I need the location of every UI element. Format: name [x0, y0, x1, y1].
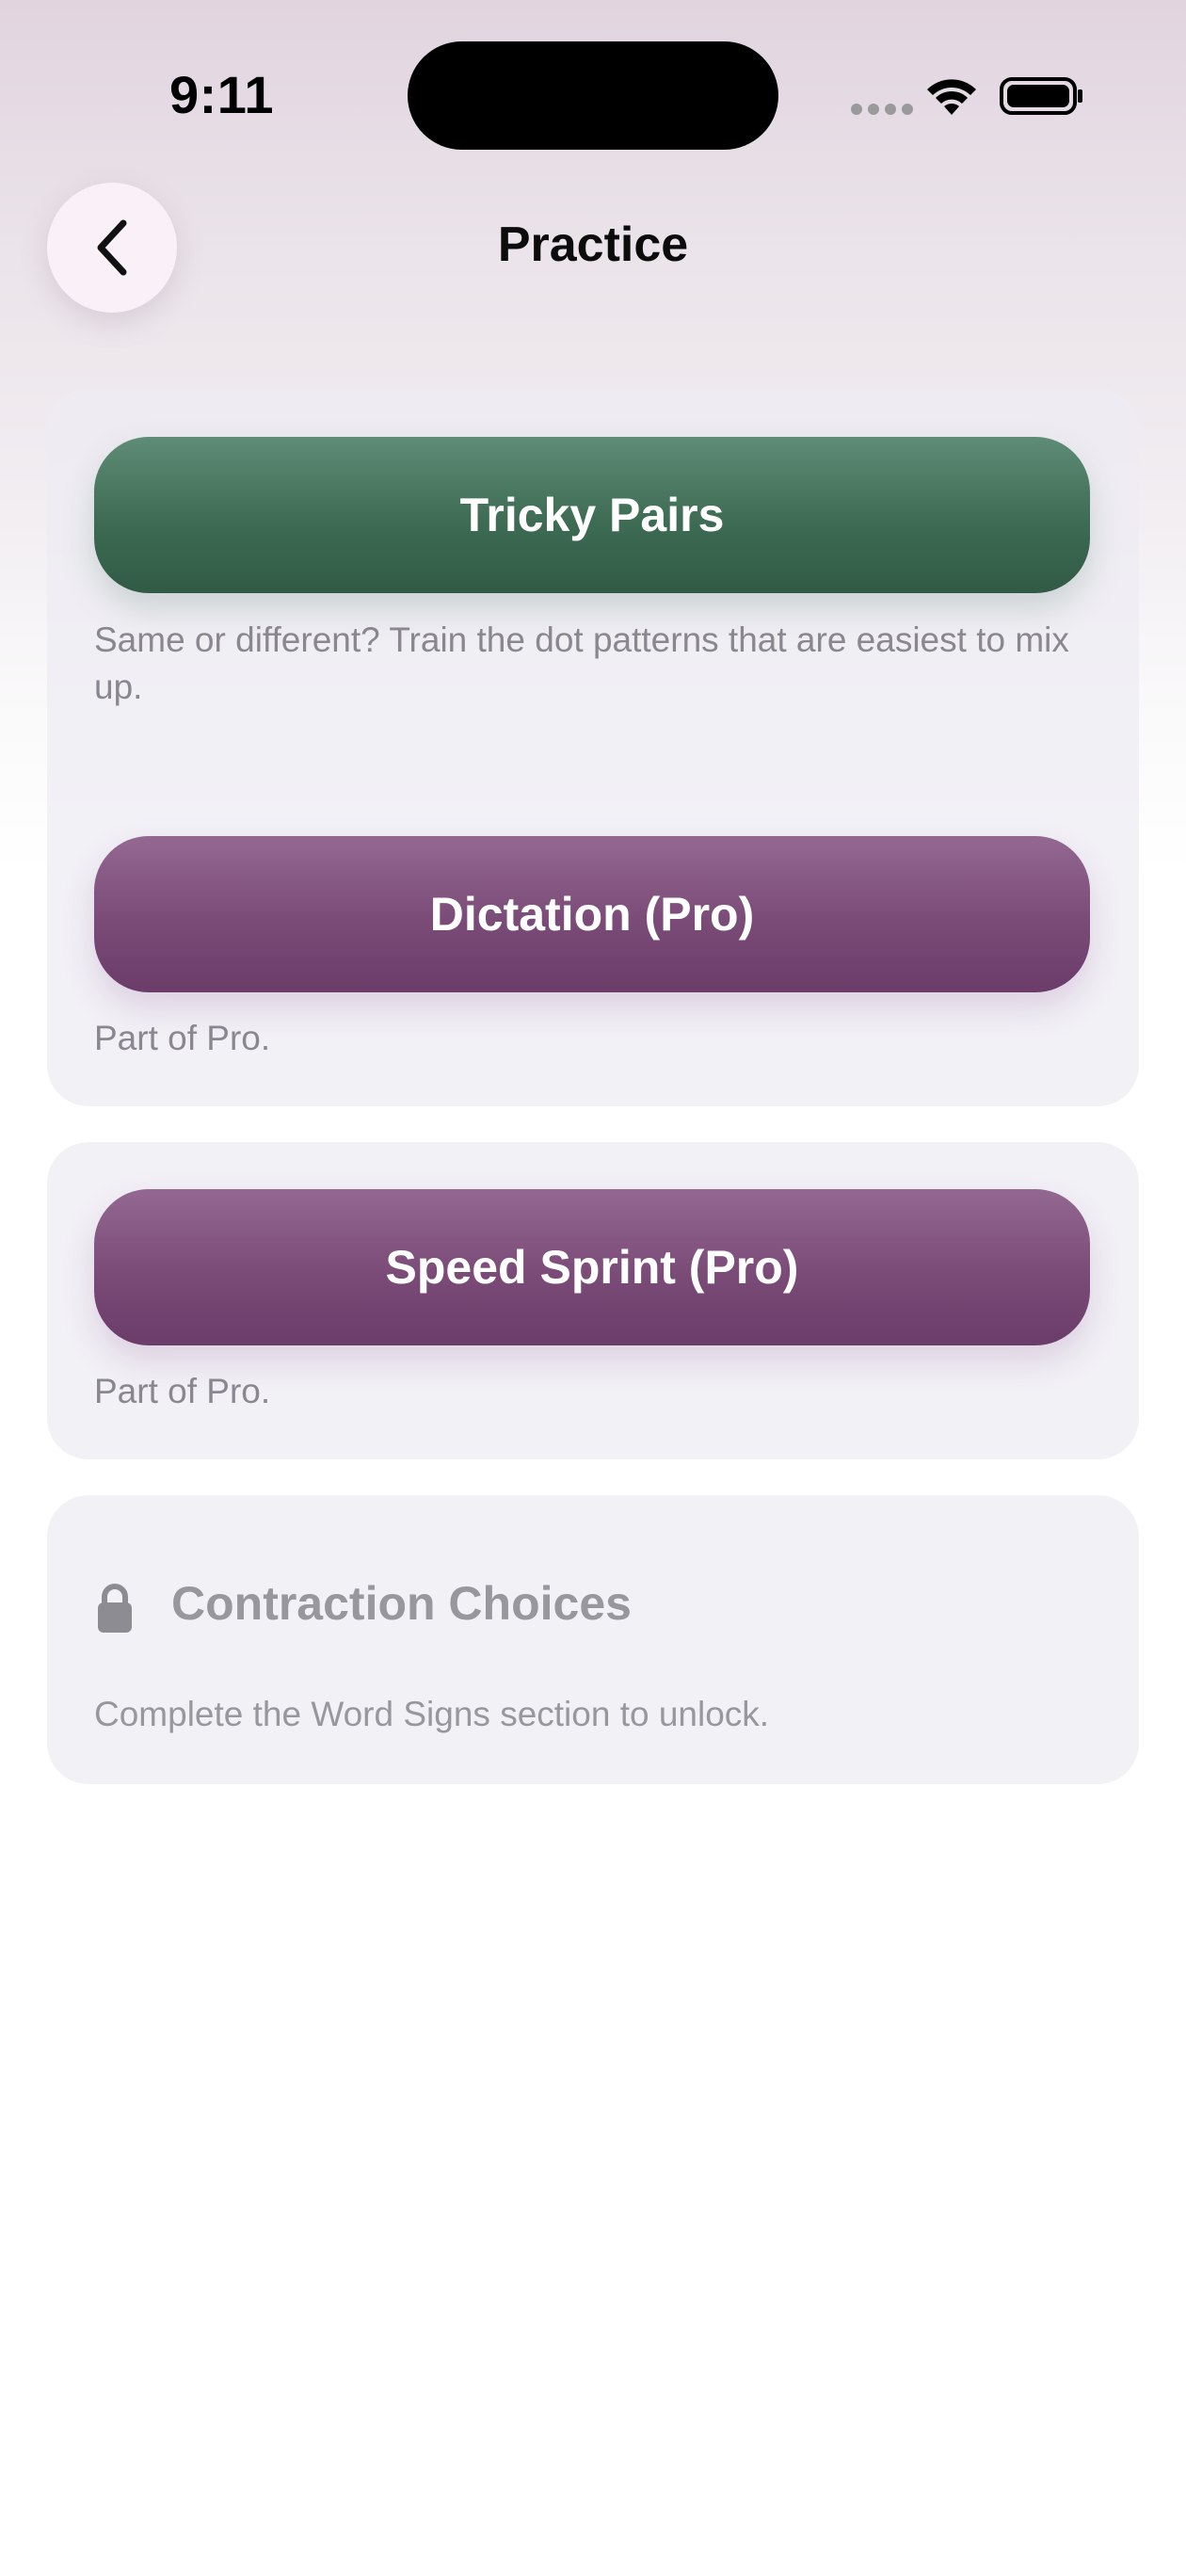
locked-section-description: Complete the Word Signs section to unloc… [94, 1695, 770, 1733]
dictation-button[interactable]: Dictation (Pro) [94, 836, 1090, 992]
tricky-pairs-button[interactable]: Tricky Pairs [94, 437, 1090, 593]
lock-icon [98, 1584, 132, 1633]
locked-section-title: Contraction Choices [171, 1577, 632, 1630]
wifi-icon [927, 79, 976, 115]
dynamic-island [408, 41, 778, 150]
practice-card-speed-sprint: Speed Sprint (Pro) Part of Pro. [47, 1142, 1139, 1459]
page-title: Practice [497, 217, 689, 272]
status-time: 9:11 [169, 65, 274, 124]
dictation-description: Part of Pro. [94, 1019, 271, 1057]
battery-icon [1000, 77, 1082, 115]
cellular-dots-icon [851, 104, 913, 115]
speed-sprint-description: Part of Pro. [94, 1372, 271, 1410]
speed-sprint-button[interactable]: Speed Sprint (Pro) [94, 1189, 1090, 1345]
tricky-pairs-description: Same or different? Train the dot pattern… [94, 620, 1069, 706]
practice-card-primary: Tricky Pairs Same or different? Train th… [47, 389, 1139, 1106]
locked-card-contraction-choices: Contraction Choices Complete the Word Si… [47, 1495, 1139, 1784]
